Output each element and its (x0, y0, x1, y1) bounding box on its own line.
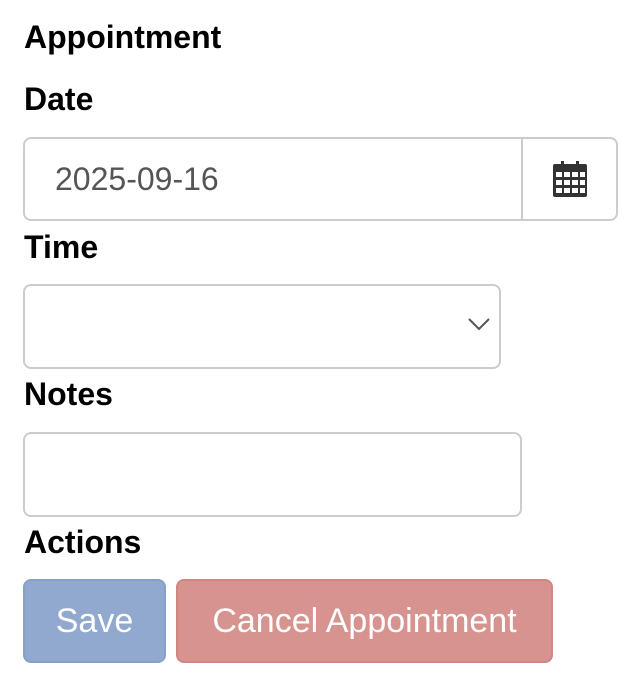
date-input-group (23, 137, 618, 221)
form-title: Appointment (24, 19, 222, 55)
date-label: Date (24, 81, 94, 117)
time-select-wrapper (23, 284, 501, 369)
date-input[interactable] (23, 137, 521, 221)
notes-label: Notes (24, 376, 113, 412)
save-button[interactable]: Save (23, 579, 166, 663)
calendar-icon (552, 161, 587, 197)
time-select[interactable] (23, 284, 501, 369)
cancel-appointment-button[interactable]: Cancel Appointment (176, 579, 553, 663)
actions-label: Actions (24, 524, 142, 560)
time-label: Time (24, 229, 99, 265)
notes-input[interactable] (23, 432, 522, 517)
date-picker-button[interactable] (521, 137, 618, 221)
